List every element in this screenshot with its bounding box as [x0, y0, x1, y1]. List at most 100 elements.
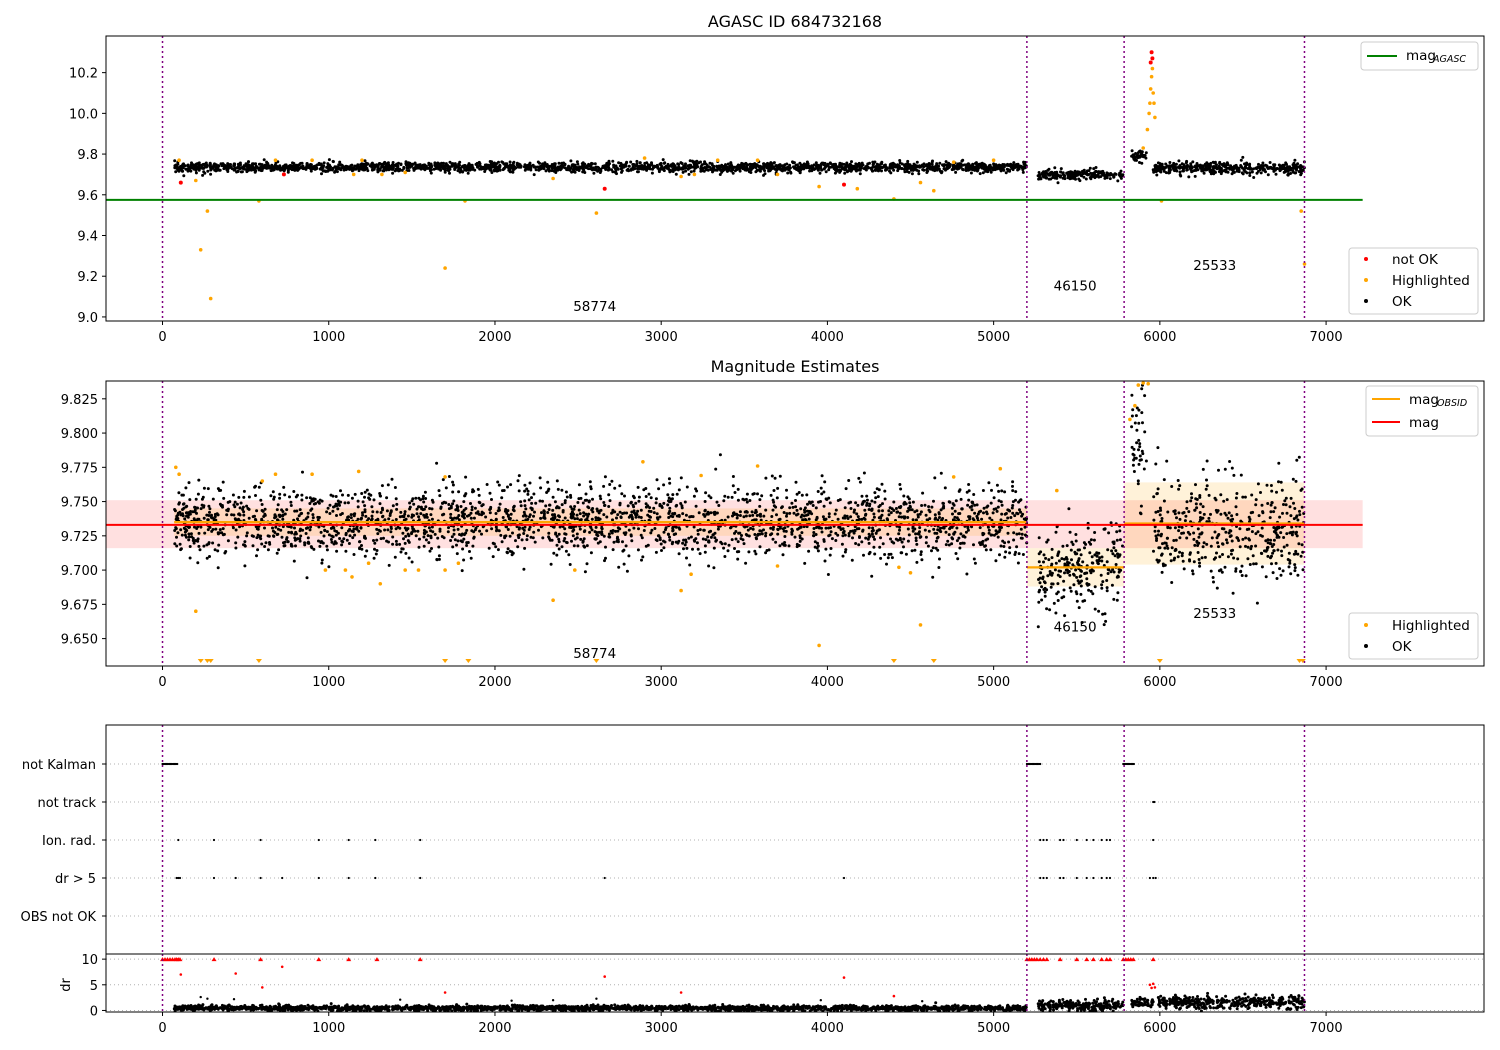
ok-point	[783, 163, 787, 167]
ok-point	[816, 541, 819, 545]
ok-point	[305, 576, 309, 580]
ok-point	[512, 164, 516, 168]
ok-point	[325, 544, 329, 548]
ok-point	[675, 166, 679, 170]
ok-point	[530, 496, 533, 500]
ok-point	[236, 169, 240, 173]
ok-point	[534, 501, 538, 505]
ok-point	[241, 505, 245, 509]
ok-point	[679, 502, 683, 505]
obsid-annotation: 58774	[573, 299, 616, 315]
ok-point	[926, 165, 930, 169]
ok-point	[958, 546, 962, 550]
highlighted-point	[1299, 209, 1303, 213]
ok-point	[200, 497, 204, 501]
ok-point	[669, 514, 673, 518]
ok-point	[377, 162, 381, 165]
ok-point	[365, 549, 369, 553]
ok-point	[615, 166, 619, 170]
ok-point	[222, 496, 226, 500]
ok-point	[408, 501, 412, 505]
ok-point	[1082, 175, 1086, 179]
ok-point	[219, 488, 223, 492]
ok-point	[799, 525, 803, 529]
ok-point	[890, 540, 894, 544]
ok-point	[858, 172, 862, 176]
ok-point	[841, 554, 845, 558]
ok-point	[816, 549, 820, 553]
ok-point	[429, 529, 433, 533]
ok-point	[830, 537, 834, 541]
ok-point	[865, 494, 869, 498]
ok-point	[452, 528, 456, 532]
ok-point	[634, 515, 638, 519]
ok-point	[571, 534, 575, 538]
not-ok-point	[1148, 60, 1153, 65]
ok-point	[972, 557, 976, 561]
ok-point	[1190, 165, 1193, 169]
ok-point	[1049, 177, 1053, 181]
ok-point	[599, 497, 603, 501]
ok-point	[540, 511, 543, 515]
ok-point	[478, 529, 482, 533]
ok-point	[758, 164, 762, 168]
ok-point	[637, 495, 641, 499]
ok-point	[900, 162, 904, 166]
ok-point	[973, 561, 977, 565]
ok-point	[220, 164, 224, 168]
ok-point	[782, 543, 786, 547]
ok-point	[880, 482, 884, 486]
ok-point	[1067, 175, 1071, 179]
ok-point	[227, 164, 231, 168]
ok-point	[253, 517, 257, 521]
ok-point	[525, 164, 529, 167]
ok-point	[464, 475, 468, 479]
ok-point	[670, 542, 674, 546]
ok-point	[529, 168, 533, 172]
ok-point	[634, 164, 638, 168]
ok-point	[361, 513, 365, 517]
ok-point	[577, 166, 581, 170]
ok-point	[1283, 166, 1286, 170]
ok-point	[938, 557, 941, 561]
ok-point	[897, 532, 901, 536]
ok-point	[516, 545, 520, 549]
ok-point	[844, 487, 848, 491]
ok-point	[636, 548, 640, 552]
ok-point	[627, 164, 631, 168]
ok-point	[664, 528, 667, 532]
ok-point	[347, 167, 351, 171]
ok-point	[254, 162, 258, 166]
highlighted-point	[194, 178, 198, 183]
ok-point	[275, 551, 279, 555]
ok-point	[509, 512, 513, 516]
ok-point	[877, 164, 881, 167]
highlighted-point	[642, 156, 647, 160]
ok-point	[1019, 498, 1023, 502]
ok-point	[225, 168, 229, 172]
ok-point	[999, 518, 1003, 522]
ok-point	[286, 170, 290, 174]
highlighted-point	[1153, 115, 1157, 120]
ok-point	[573, 163, 577, 167]
ok-point	[493, 168, 497, 172]
ok-point	[1003, 512, 1007, 516]
ok-point	[451, 545, 455, 549]
ok-point	[407, 166, 411, 170]
ok-point	[484, 515, 488, 519]
ok-point	[807, 549, 811, 553]
ok-point	[331, 509, 335, 513]
ok-point	[1205, 166, 1209, 170]
ok-point	[402, 515, 406, 519]
ok-point	[356, 517, 360, 521]
ok-point	[1103, 176, 1107, 180]
ok-point	[203, 171, 207, 175]
ok-point	[1013, 514, 1017, 518]
ok-point	[973, 511, 977, 515]
ok-point	[656, 534, 660, 538]
ok-point	[299, 534, 303, 538]
ok-point	[456, 539, 460, 543]
ok-point	[905, 162, 908, 166]
ok-point	[887, 513, 891, 517]
ok-point	[1086, 173, 1090, 177]
